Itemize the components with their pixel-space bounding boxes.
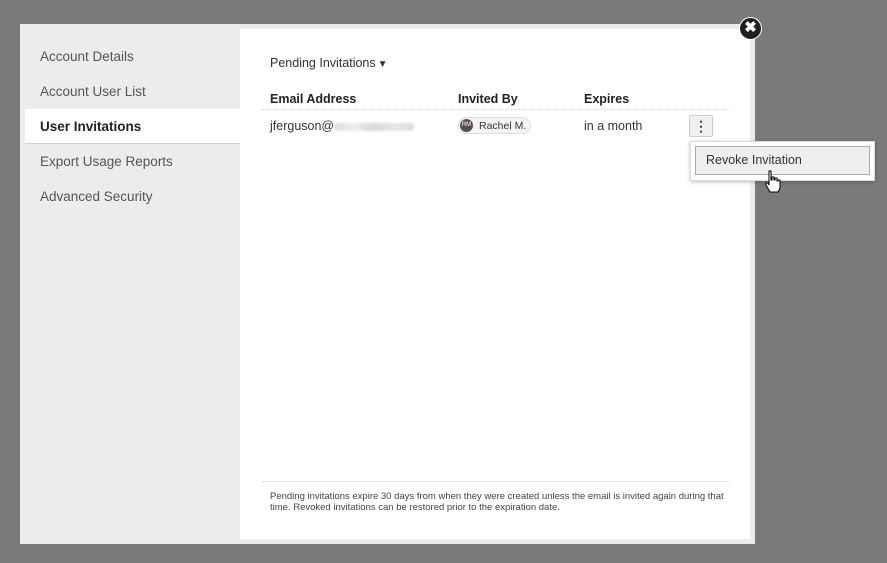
kebab-menu-icon[interactable]: ⋮: [689, 115, 713, 137]
column-header-invited-by: Invited By: [458, 92, 518, 106]
footer-divider: [262, 481, 730, 482]
avatar: RM: [460, 119, 473, 132]
footer-note: Pending invitations expire 30 days from …: [270, 491, 724, 513]
sidebar-item-user-invitations[interactable]: User Invitations: [25, 109, 240, 144]
account-settings-modal: Account Details Account User List User I…: [20, 24, 755, 544]
revoke-invitation-menu-item[interactable]: Revoke Invitation: [695, 146, 870, 175]
close-icon[interactable]: ✖: [739, 17, 762, 40]
invitations-panel: Pending Invitations ▼ Email Address Invit…: [240, 29, 750, 539]
header-divider: [262, 109, 730, 110]
sidebar-item-advanced-security[interactable]: Advanced Security: [25, 179, 240, 214]
invitation-filter-dropdown[interactable]: Pending Invitations ▼: [270, 56, 388, 70]
column-header-email: Email Address: [270, 92, 357, 106]
sidebar-item-account-details[interactable]: Account Details: [25, 39, 240, 74]
sidebar-item-export-usage-reports[interactable]: Export Usage Reports: [25, 144, 240, 179]
invited-by-name: Rachel M.: [479, 120, 527, 132]
email-cell: jferguson@: [270, 119, 415, 133]
caret-down-icon: ▼: [377, 59, 388, 70]
redacted-email-domain: [334, 122, 415, 131]
sidebar-item-account-user-list[interactable]: Account User List: [25, 74, 240, 109]
column-header-expires: Expires: [584, 92, 630, 106]
sidebar: Account Details Account User List User I…: [20, 24, 240, 544]
invited-by-chip: RM Rachel M.: [458, 117, 531, 134]
expires-cell: in a month: [584, 119, 643, 133]
row-actions-menu: Revoke Invitation: [690, 141, 875, 181]
hand-pointer-cursor-icon: [765, 170, 781, 193]
filter-label: Pending Invitations: [270, 56, 376, 70]
email-text: jferguson@: [270, 119, 335, 133]
